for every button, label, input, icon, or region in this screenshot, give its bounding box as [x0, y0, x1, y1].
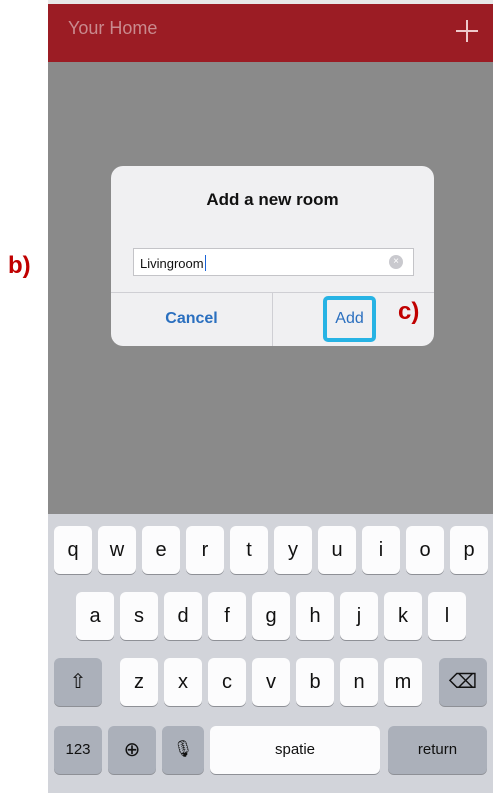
dialog-title: Add a new room: [206, 190, 339, 209]
key-z[interactable]: z: [120, 658, 158, 706]
space-key[interactable]: spatie: [210, 726, 380, 774]
microphone-icon[interactable]: 🎙: [162, 726, 204, 774]
key-y[interactable]: y: [274, 526, 312, 574]
key-k[interactable]: k: [384, 592, 422, 640]
numbers-key[interactable]: 123: [54, 726, 102, 774]
backspace-icon[interactable]: ⌫: [439, 658, 487, 706]
room-name-value: Livingroom: [140, 256, 204, 271]
key-b[interactable]: b: [296, 658, 334, 706]
cancel-button[interactable]: Cancel: [111, 292, 272, 346]
key-w[interactable]: w: [98, 526, 136, 574]
key-n[interactable]: n: [340, 658, 378, 706]
key-g[interactable]: g: [252, 592, 290, 640]
key-u[interactable]: u: [318, 526, 356, 574]
key-i[interactable]: i: [362, 526, 400, 574]
key-h[interactable]: h: [296, 592, 334, 640]
shift-icon[interactable]: ⇧: [54, 658, 102, 706]
key-j[interactable]: j: [340, 592, 378, 640]
key-l[interactable]: l: [428, 592, 466, 640]
key-x[interactable]: x: [164, 658, 202, 706]
globe-icon[interactable]: ⊕: [108, 726, 156, 774]
return-key[interactable]: return: [388, 726, 487, 774]
key-p[interactable]: p: [450, 526, 488, 574]
text-caret: [204, 255, 206, 271]
add-room-dialog: Add a new room Livingroom × Cancel Add: [111, 166, 434, 346]
key-f[interactable]: f: [208, 592, 246, 640]
key-m[interactable]: m: [384, 658, 422, 706]
key-e[interactable]: e: [142, 526, 180, 574]
key-d[interactable]: d: [164, 592, 202, 640]
key-a[interactable]: a: [76, 592, 114, 640]
key-v[interactable]: v: [252, 658, 290, 706]
plus-icon[interactable]: [455, 20, 479, 44]
app-header: Your Home: [48, 0, 493, 62]
clear-icon[interactable]: ×: [389, 255, 403, 269]
add-button[interactable]: Add: [323, 296, 376, 342]
key-s[interactable]: s: [120, 592, 158, 640]
phone-screen: Your Home Add a new room Livingroom × Ca…: [48, 0, 493, 793]
key-c[interactable]: c: [208, 658, 246, 706]
room-name-input[interactable]: Livingroom ×: [133, 248, 414, 276]
key-t[interactable]: t: [230, 526, 268, 574]
keyboard: q w e r t y u i o p a s d f g h j k l ⇧ z x c v b n m ⌫ 123 ⊕ 🎙 spatie r…: [48, 514, 493, 793]
dialog-divider-vertical: [272, 292, 273, 346]
left-margin: [0, 0, 48, 793]
annotation-label-c: c): [398, 298, 420, 325]
annotation-label-b: b): [8, 252, 31, 279]
key-q[interactable]: q: [54, 526, 92, 574]
key-o[interactable]: o: [406, 526, 444, 574]
key-r[interactable]: r: [186, 526, 224, 574]
header-title: Your Home: [68, 18, 158, 38]
